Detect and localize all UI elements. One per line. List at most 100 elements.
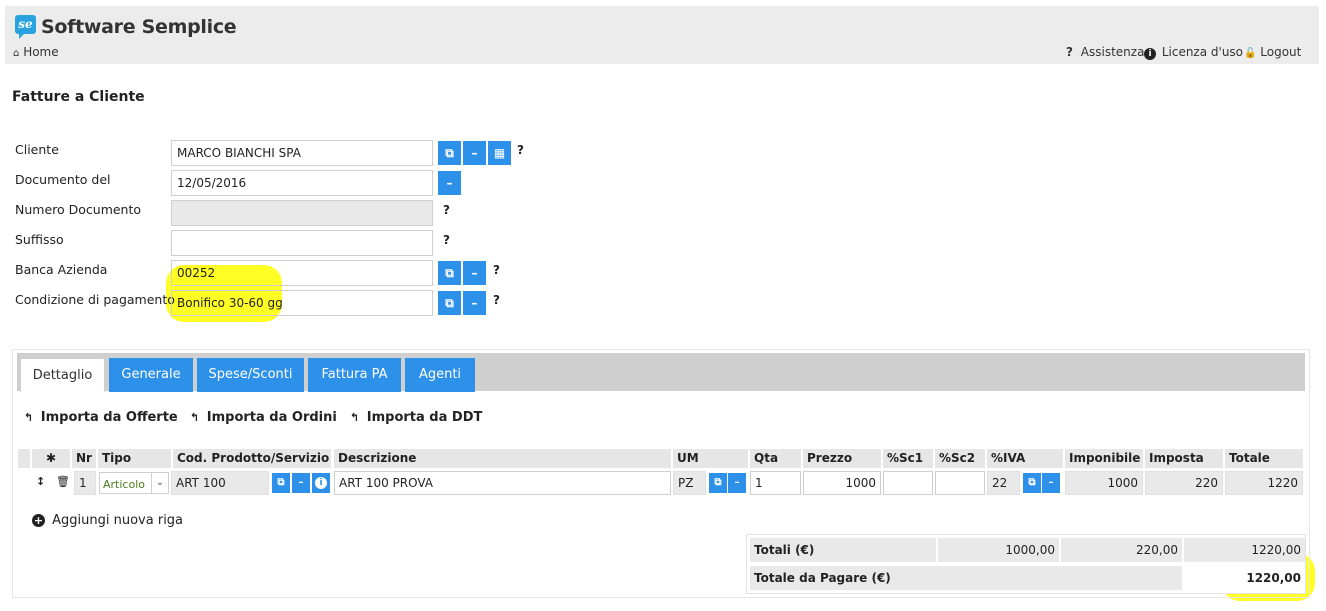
logout-icon: 🔓	[1244, 48, 1257, 59]
import-arrow-icon: ↰	[190, 411, 200, 424]
cell-um[interactable]: PZ	[673, 471, 706, 495]
iva-open-button[interactable]: ⧉	[1023, 473, 1041, 493]
th-qta: Qta	[750, 449, 801, 468]
cliente-clear-button[interactable]: –	[463, 141, 486, 165]
plus-circle-icon: +	[32, 514, 45, 527]
table-header-settings[interactable]: ✱	[32, 449, 70, 468]
totali-totale: 1220,00	[1184, 538, 1305, 562]
import-arrow-icon: ↰	[350, 411, 360, 424]
drag-handle-icon[interactable]: ↕	[36, 475, 45, 488]
info-icon: i	[1144, 48, 1156, 60]
cell-cod[interactable]: ART 100	[171, 471, 269, 495]
tab-dettaglio[interactable]: Dettaglio	[20, 358, 105, 392]
pagamento-open-button[interactable]: ⧉	[438, 291, 461, 315]
open-icon: ⧉	[714, 477, 722, 488]
assistenza-label: Assistenza	[1080, 45, 1145, 59]
tipo-select-value: Articolo	[103, 478, 145, 491]
totale-pagare-value: 1220,00	[1246, 571, 1301, 585]
add-row-button[interactable]: + Aggiungi nuova riga	[32, 513, 183, 528]
tab-spese-sconti[interactable]: Spese/Sconti	[197, 358, 304, 392]
banca-help-icon[interactable]: ?	[493, 263, 500, 277]
minus-icon: –	[734, 477, 740, 488]
tab-generale[interactable]: Generale	[109, 358, 193, 392]
importa-ordini-label: Importa da Ordini	[206, 410, 337, 425]
totali-imposta: 220,00	[1061, 538, 1182, 562]
totale-pagare-label: Totale da Pagare (€)	[750, 566, 1182, 590]
documento-date-input[interactable]: 12/05/2016	[171, 170, 433, 196]
banca-clear-button[interactable]: –	[463, 261, 486, 285]
open-icon: ⧉	[1028, 477, 1036, 488]
licenza-link[interactable]: i Licenza d'uso	[1144, 45, 1243, 60]
open-icon: ⧉	[277, 477, 285, 488]
tipo-select[interactable]: Articolo ⌄	[99, 472, 169, 494]
totali-imponibile: 1000,00	[938, 538, 1059, 562]
banca-input[interactable]: 00252	[171, 260, 433, 286]
cliente-input[interactable]: MARCO BIANCHI SPA	[171, 140, 433, 166]
th-nr: Nr	[72, 449, 96, 468]
home-link[interactable]: ⌂ Home	[13, 45, 59, 59]
importa-ddt-link[interactable]: ↰ Importa da DDT	[350, 410, 482, 425]
suffisso-help-icon[interactable]: ?	[443, 233, 450, 247]
importa-offerte-link[interactable]: ↰ Importa da Offerte	[24, 410, 178, 425]
suffisso-input[interactable]	[171, 230, 433, 256]
totali-label: Totali (€)	[750, 538, 936, 562]
tab-agenti[interactable]: Agenti	[405, 358, 475, 392]
delete-row-icon[interactable]: 🗑	[56, 475, 70, 488]
th-imponibile: Imponibile	[1065, 449, 1143, 468]
app-logo[interactable]: se	[15, 15, 36, 39]
th-cod: Cod. Prodotto/Servizio	[173, 449, 331, 468]
importa-ordini-link[interactable]: ↰ Importa da Ordini	[190, 410, 337, 425]
th-sc1: %Sc1	[883, 449, 933, 468]
th-prezzo: Prezzo	[803, 449, 881, 468]
th-iva: %IVA	[987, 449, 1063, 468]
cell-imposta: 220	[1145, 471, 1223, 495]
question-icon: ?	[1066, 45, 1073, 59]
pagamento-input[interactable]: Bonifico 30-60 gg	[171, 290, 433, 316]
pagamento-clear-button[interactable]: –	[463, 291, 486, 315]
documento-clear-button[interactable]: –	[438, 171, 461, 195]
open-icon: ⧉	[445, 266, 454, 280]
import-arrow-icon: ↰	[24, 411, 34, 424]
cliente-help-icon[interactable]: ?	[517, 143, 524, 157]
documento-label: Documento del	[15, 172, 111, 187]
pagamento-help-icon[interactable]: ?	[493, 293, 500, 307]
add-row-label: Aggiungi nuova riga	[52, 513, 184, 528]
banca-open-button[interactable]: ⧉	[438, 261, 461, 285]
open-icon: ⧉	[445, 146, 454, 160]
numero-label: Numero Documento	[15, 202, 142, 217]
cell-imponibile: 1000	[1065, 471, 1143, 495]
home-label: Home	[23, 45, 59, 59]
logout-link[interactable]: 🔓 Logout	[1244, 45, 1301, 59]
cell-sc2[interactable]	[935, 471, 985, 495]
minus-icon: –	[1048, 477, 1054, 488]
cod-open-button[interactable]: ⧉	[272, 473, 290, 493]
numero-input	[171, 200, 433, 226]
minus-icon: –	[298, 477, 304, 488]
cliente-calendar-button[interactable]: ▦	[488, 141, 511, 165]
iva-clear-button[interactable]: –	[1042, 473, 1060, 493]
page-title: Fatture a Cliente	[12, 89, 145, 105]
cell-descrizione[interactable]: ART 100 PROVA	[334, 471, 671, 495]
cell-nr: 1	[74, 471, 96, 495]
um-clear-button[interactable]: –	[728, 473, 746, 493]
um-open-button[interactable]: ⧉	[709, 473, 727, 493]
th-totale: Totale	[1225, 449, 1303, 468]
minus-icon: –	[471, 146, 478, 160]
licenza-label: Licenza d'uso	[1161, 45, 1244, 59]
cell-iva[interactable]: 22	[987, 471, 1020, 495]
banca-label: Banca Azienda	[15, 262, 108, 277]
assistenza-link[interactable]: ? Assistenza	[1066, 45, 1144, 59]
numero-help-icon[interactable]: ?	[443, 203, 450, 217]
cell-sc1[interactable]	[883, 471, 933, 495]
cliente-open-button[interactable]: ⧉	[438, 141, 461, 165]
cod-info-button[interactable]: i	[312, 473, 330, 493]
importa-ddt-label: Importa da DDT	[366, 410, 483, 425]
cell-prezzo[interactable]: 1000	[803, 471, 881, 495]
tab-fattura-pa[interactable]: Fattura PA	[308, 358, 401, 392]
logout-label: Logout	[1260, 45, 1302, 59]
cod-clear-button[interactable]: –	[292, 473, 310, 493]
th-imposta: Imposta	[1145, 449, 1223, 468]
cliente-label: Cliente	[15, 142, 59, 157]
calendar-icon: ▦	[493, 146, 506, 160]
cell-qta[interactable]: 1	[750, 471, 801, 495]
